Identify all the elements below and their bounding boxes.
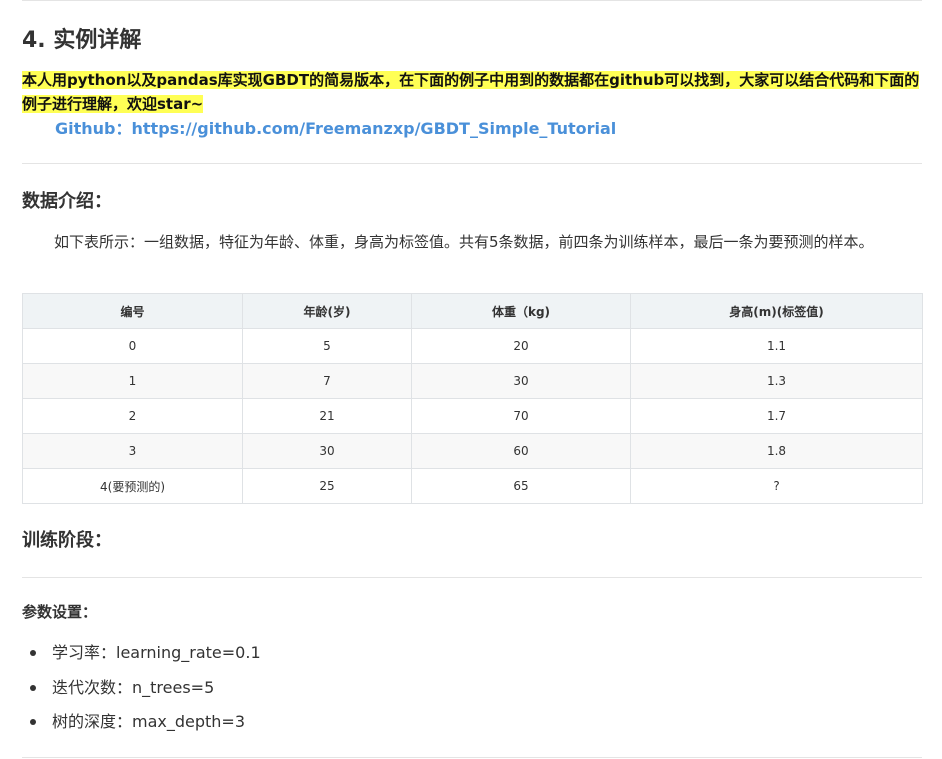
- list-item: 学习率：learning_rate=0.1: [22, 636, 261, 671]
- cell-weight: 60: [411, 433, 631, 469]
- data-intro-heading: 数据介绍：: [22, 191, 112, 212]
- param-learning-rate: 学习率：learning_rate=0.1: [52, 643, 261, 662]
- cell-id: 0: [22, 328, 243, 364]
- training-heading: 训练阶段：: [22, 530, 112, 551]
- cell-height: 1.3: [630, 363, 923, 399]
- cell-weight: 65: [411, 468, 631, 504]
- cell-height: 1.8: [630, 433, 923, 469]
- section-title: 4. 实例详解: [22, 28, 142, 53]
- cell-age: 21: [242, 398, 412, 434]
- cell-id: 1: [22, 363, 243, 399]
- list-item: 迭代次数：n_trees=5: [22, 671, 261, 706]
- intro-highlight-text: 本人用python以及pandas库实现GBDT的简易版本，在下面的例子中用到的…: [22, 71, 920, 113]
- bullet-icon: [30, 650, 36, 656]
- table-row: 0 5 20 1.1: [22, 328, 923, 364]
- cell-height: 1.7: [630, 398, 923, 434]
- cell-height: ?: [630, 468, 923, 504]
- cell-id: 4(要预测的): [22, 468, 243, 504]
- column-header-weight: 体重（kg): [411, 293, 631, 329]
- params-list: 学习率：learning_rate=0.1 迭代次数：n_trees=5 树的深…: [22, 636, 261, 740]
- param-max-depth: 树的深度：max_depth=3: [52, 712, 246, 731]
- intro-paragraph: 本人用python以及pandas库实现GBDT的简易版本，在下面的例子中用到的…: [22, 68, 922, 116]
- column-header-age: 年龄(岁): [242, 293, 412, 329]
- divider-after-intro: [22, 163, 922, 164]
- params-heading: 参数设置：: [22, 603, 98, 621]
- cell-id: 3: [22, 433, 243, 469]
- cell-age: 7: [242, 363, 412, 399]
- column-header-id: 编号: [22, 293, 243, 329]
- cell-age: 30: [242, 433, 412, 469]
- cell-age: 5: [242, 328, 412, 364]
- cell-age: 25: [242, 468, 412, 504]
- table-row: 3 30 60 1.8: [22, 433, 923, 469]
- param-n-trees: 迭代次数：n_trees=5: [52, 677, 215, 697]
- bullet-icon: [30, 719, 36, 725]
- cell-id: 2: [22, 398, 243, 434]
- table-row: 4(要预测的) 25 65 ?: [22, 468, 923, 504]
- table-row: 1 7 30 1.3: [22, 363, 923, 399]
- list-item: 树的深度：max_depth=3: [22, 705, 261, 740]
- bottom-divider: [22, 757, 922, 758]
- cell-height: 1.1: [630, 328, 923, 364]
- top-divider: [22, 0, 922, 1]
- bullet-icon: [30, 684, 36, 691]
- divider-after-training: [22, 577, 922, 578]
- cell-weight: 70: [411, 398, 631, 434]
- table-row: 2 21 70 1.7: [22, 398, 923, 434]
- cell-weight: 20: [411, 328, 631, 364]
- data-intro-paragraph: 如下表所示：一组数据，特征为年龄、体重，身高为标签值。共有5条数据，前四条为训练…: [54, 233, 874, 251]
- data-table: 编号 年龄(岁) 体重（kg) 身高(m)(标签值) 0 5 20 1.1 1 …: [22, 293, 923, 504]
- table-header-row: 编号 年龄(岁) 体重（kg) 身高(m)(标签值): [22, 293, 923, 329]
- cell-weight: 30: [411, 363, 631, 399]
- column-header-height: 身高(m)(标签值): [630, 293, 923, 329]
- github-link[interactable]: Github：https://github.com/Freemanzxp/GBD…: [55, 117, 616, 141]
